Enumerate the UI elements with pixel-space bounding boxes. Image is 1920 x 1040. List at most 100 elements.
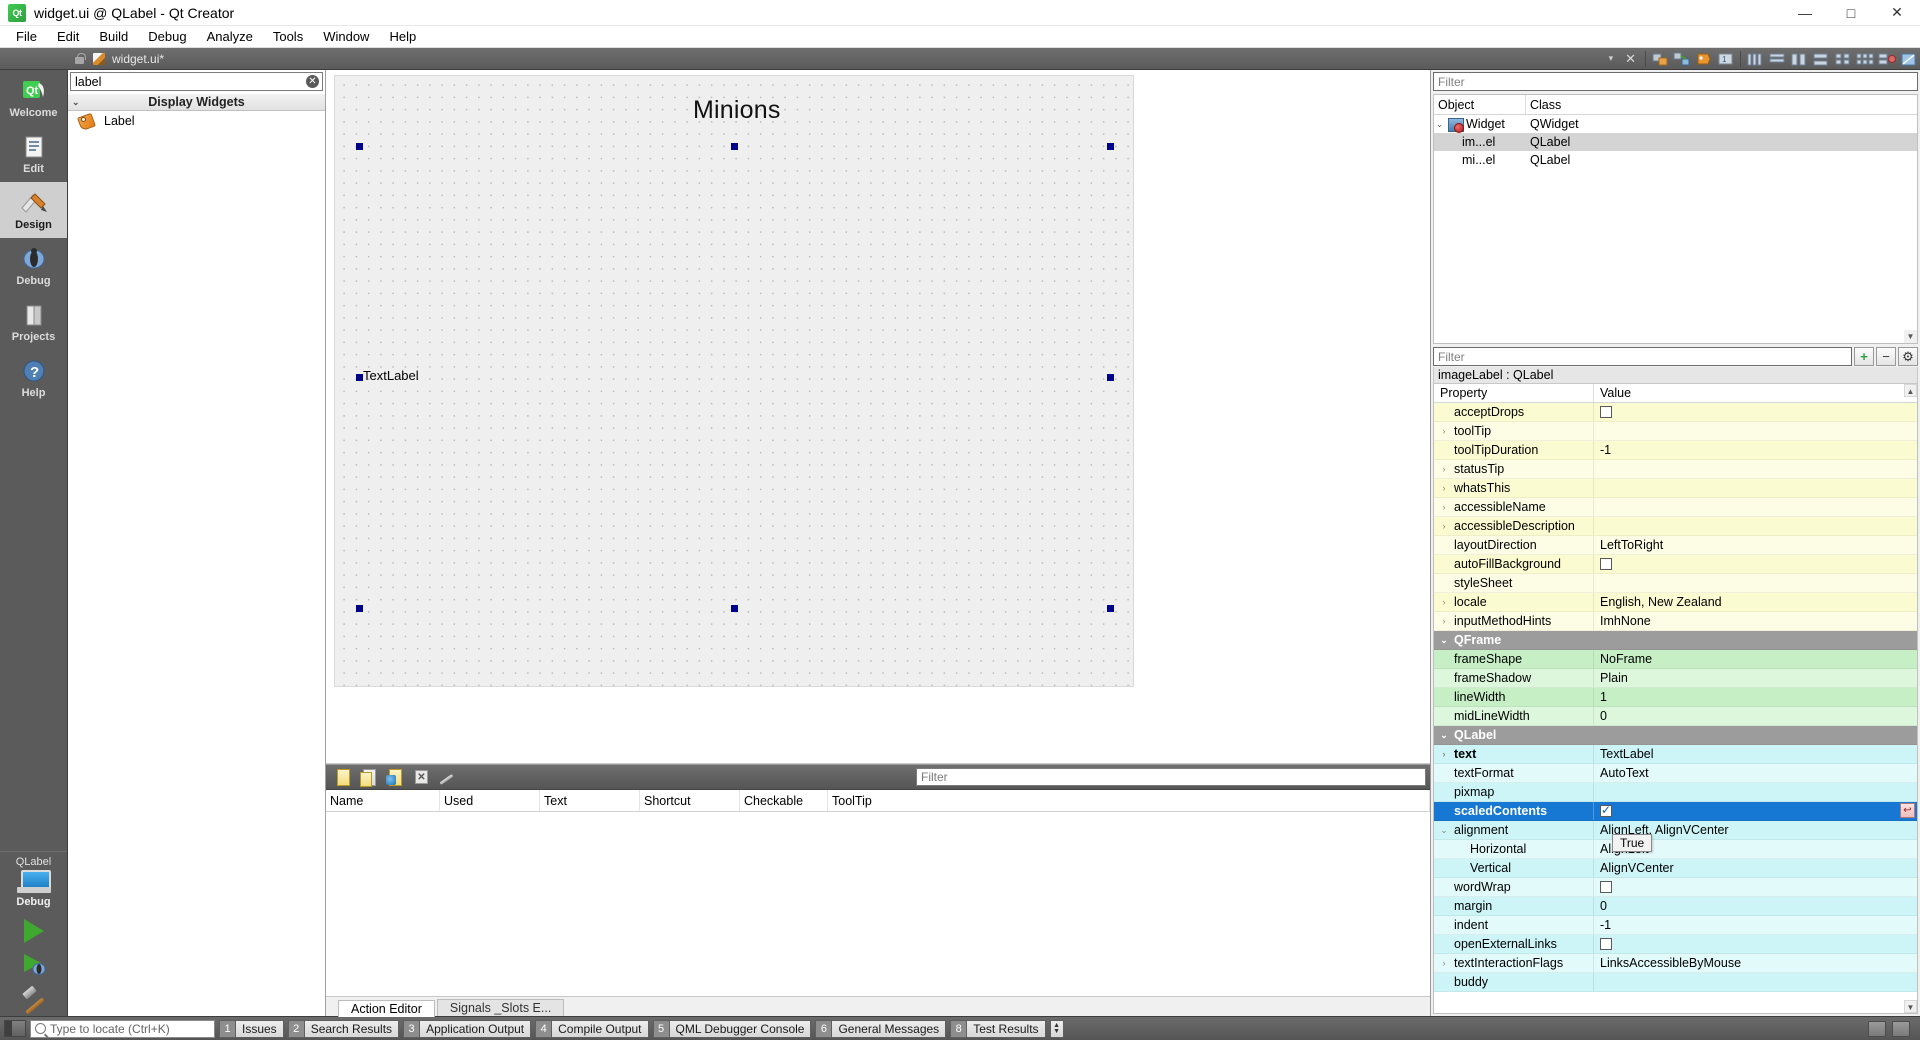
selection-handle[interactable] — [356, 143, 363, 150]
open-file-tab[interactable]: widget.ui* — [92, 52, 272, 66]
chevron-right-icon[interactable]: › — [1438, 597, 1450, 607]
menu-help[interactable]: Help — [379, 26, 426, 48]
mode-debug[interactable]: Debug — [0, 238, 67, 294]
mode-edit[interactable]: Edit — [0, 126, 67, 182]
property-value-cell[interactable] — [1594, 403, 1917, 421]
menu-build[interactable]: Build — [89, 26, 138, 48]
property-row[interactable]: frameShape NoFrame — [1434, 650, 1917, 669]
property-row[interactable]: openExternalLinks — [1434, 935, 1917, 954]
menu-tools[interactable]: Tools — [263, 26, 313, 48]
delete-action-icon[interactable]: ✕ — [410, 767, 432, 787]
object-tree-empty-space[interactable]: ▼ — [1434, 169, 1917, 343]
property-value-cell[interactable]: 0 — [1594, 897, 1917, 915]
scroll-up-icon[interactable]: ▲ — [1904, 384, 1917, 397]
copy-action-icon[interactable] — [358, 767, 380, 787]
property-row[interactable]: indent -1 — [1434, 916, 1917, 935]
property-value-cell[interactable] — [1594, 517, 1917, 535]
edit-widgets-icon[interactable] — [1650, 50, 1670, 68]
property-row[interactable]: midLineWidth 0 — [1434, 707, 1917, 726]
column-header-shortcut[interactable]: Shortcut — [640, 790, 740, 811]
layout-form-icon[interactable] — [1833, 50, 1853, 68]
property-row[interactable]: › text TextLabel — [1434, 745, 1917, 764]
layout-grid-icon[interactable] — [1855, 50, 1875, 68]
chevron-right-icon[interactable]: › — [1438, 426, 1450, 436]
property-row[interactable]: ⌄ alignment AlignLeft, AlignVCenter — [1434, 821, 1917, 840]
minimize-output-icon[interactable] — [1868, 1020, 1886, 1037]
output-pane-issues[interactable]: 1 Issues — [219, 1019, 284, 1038]
scroll-down-icon[interactable]: ▼ — [1904, 1000, 1917, 1013]
column-header-property[interactable]: Property — [1434, 384, 1594, 402]
chevron-down-icon[interactable]: ⌄ — [1438, 635, 1450, 646]
output-pane-qml-debugger-console[interactable]: 5 QML Debugger Console — [652, 1019, 812, 1038]
property-value-cell[interactable]: -1 — [1594, 441, 1917, 459]
property-row[interactable]: buddy — [1434, 973, 1917, 992]
menu-window[interactable]: Window — [313, 26, 379, 48]
property-value-cell[interactable]: AlignLeftTrue — [1594, 834, 1917, 858]
property-row[interactable]: layoutDirection LeftToRight — [1434, 536, 1917, 555]
property-checkbox[interactable] — [1600, 938, 1612, 950]
property-value-cell[interactable] — [1594, 631, 1917, 649]
mode-design[interactable]: Design — [0, 182, 67, 238]
edit-signals-slots-icon[interactable] — [1672, 50, 1692, 68]
layout-splitter-vertical-icon[interactable] — [1811, 50, 1831, 68]
action-table-body[interactable] — [326, 812, 1430, 996]
property-row[interactable]: textFormat AutoText — [1434, 764, 1917, 783]
tab-action-editor[interactable]: Action Editor — [338, 1000, 435, 1017]
remove-property-button[interactable]: − — [1876, 347, 1896, 366]
close-icon[interactable]: ✕ — [306, 75, 319, 88]
property-value-cell[interactable]: 0 — [1594, 707, 1917, 725]
object-inspector-filter[interactable]: Filter — [1433, 72, 1918, 91]
column-header-used[interactable]: Used — [440, 790, 540, 811]
selection-handle[interactable] — [1107, 143, 1114, 150]
property-value-cell[interactable] — [1594, 935, 1917, 953]
table-row[interactable]: im...el QLabel — [1434, 133, 1917, 151]
property-row[interactable]: › textInteractionFlags LinksAccessibleByMo… — [1434, 954, 1917, 973]
output-pane-compile-output[interactable]: 4 Compile Output — [535, 1019, 649, 1038]
property-row[interactable]: Horizontal AlignLeftTrue — [1434, 834, 1917, 859]
property-value-cell[interactable]: Plain — [1594, 669, 1917, 687]
column-header-value[interactable]: Value — [1594, 386, 1631, 400]
menu-debug[interactable]: Debug — [138, 26, 196, 48]
menu-file[interactable]: File — [6, 26, 47, 48]
build-button[interactable] — [0, 982, 67, 1016]
property-value-cell[interactable]: LinksAccessibleByMouse — [1594, 954, 1917, 972]
break-layout-icon[interactable] — [1877, 50, 1897, 68]
mode-help[interactable]: ? Help — [0, 350, 67, 406]
property-checkbox[interactable] — [1600, 558, 1612, 570]
property-value-cell[interactable]: AlignVCenter — [1594, 859, 1917, 877]
property-row[interactable]: › statusTip — [1434, 460, 1917, 479]
property-value-cell[interactable]: LeftToRight — [1594, 536, 1917, 554]
chevron-down-icon[interactable]: ⌄ — [1438, 825, 1450, 836]
chevron-right-icon[interactable]: › — [1438, 483, 1450, 493]
maximize-button[interactable]: □ — [1828, 0, 1874, 25]
property-table[interactable]: Property Value ▲ acceptDrops › toolTip tool… — [1433, 384, 1918, 1014]
adjust-size-icon[interactable] — [1899, 50, 1919, 68]
property-value-cell[interactable]: English, New Zealand — [1594, 593, 1917, 611]
output-pane-application-output[interactable]: 3 Application Output — [403, 1019, 532, 1038]
column-header-tooltip[interactable]: ToolTip — [828, 790, 1430, 811]
configure-icon[interactable] — [436, 767, 458, 787]
chevron-right-icon[interactable]: › — [1438, 521, 1450, 531]
property-row[interactable]: frameShadow Plain — [1434, 669, 1917, 688]
selection-handle[interactable] — [731, 605, 738, 612]
property-value-cell[interactable] — [1594, 479, 1917, 497]
property-row[interactable]: › accessibleName — [1434, 498, 1917, 517]
property-row[interactable]: scaledContents ↩ — [1434, 802, 1917, 821]
property-value-cell[interactable] — [1594, 460, 1917, 478]
column-header-name[interactable]: Name — [326, 790, 440, 811]
close-file-icon[interactable]: ✕ — [1619, 51, 1642, 67]
menu-analyze[interactable]: Analyze — [197, 26, 263, 48]
layout-horizontally-icon[interactable] — [1745, 50, 1765, 68]
column-header-class[interactable]: Class — [1526, 98, 1561, 112]
edit-tab-order-icon[interactable]: 1 — [1716, 50, 1736, 68]
chevron-right-icon[interactable]: › — [1438, 958, 1450, 968]
property-value-cell[interactable]: TextLabel — [1594, 745, 1917, 763]
widget-box-filter[interactable]: ✕ — [70, 72, 323, 91]
table-row[interactable]: ⌄ Widget QWidget — [1434, 115, 1917, 133]
menu-edit[interactable]: Edit — [47, 26, 89, 48]
kit-selector[interactable]: QLabel Debug — [0, 851, 67, 914]
property-value-cell[interactable]: -1 — [1594, 916, 1917, 934]
property-row[interactable]: pixmap — [1434, 783, 1917, 802]
property-row[interactable]: styleSheet — [1434, 574, 1917, 593]
edit-action-icon[interactable] — [384, 767, 406, 787]
